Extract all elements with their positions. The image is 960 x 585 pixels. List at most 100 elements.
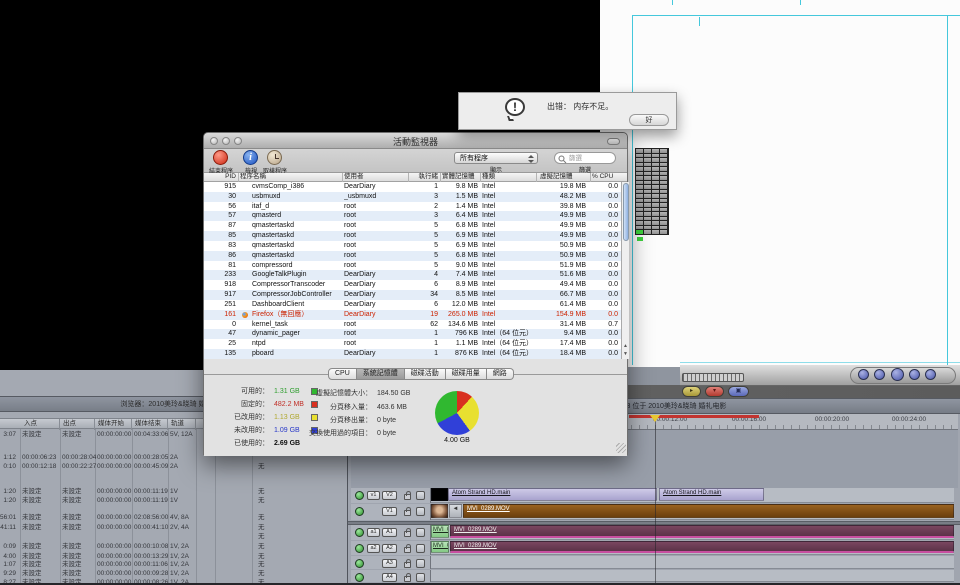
audio-clip[interactable]: MVI_0289.MOV bbox=[450, 541, 954, 553]
track-v1-body[interactable]: ◄ MVI_0289.MOV bbox=[431, 504, 954, 520]
vertical-scrollbar[interactable]: ▲ ▼ bbox=[621, 182, 629, 359]
track-a2-body[interactable]: MVI_02 MVI_0289.MOV bbox=[431, 541, 954, 555]
playhead-handle[interactable] bbox=[650, 415, 660, 422]
lock-icon[interactable] bbox=[404, 494, 411, 500]
browser-row[interactable]: 0:1000:00:12:1800:00:22:2700:00:00:0000:… bbox=[0, 462, 347, 471]
process-row[interactable]: 917CompressorJobControllerDearDiary348.5… bbox=[204, 290, 621, 300]
process-row[interactable]: 85qmastertaskdroot56.9 MBIntel49.9 MB0.0 bbox=[204, 231, 621, 241]
process-row[interactable]: 87qmastertaskdroot56.8 MBIntel49.9 MB0.0 bbox=[204, 221, 621, 231]
inspect-button[interactable]: i bbox=[243, 150, 258, 165]
tab-系統記憶體[interactable]: 系統記憶體 bbox=[357, 368, 405, 380]
video-clip[interactable]: Atom Strand HD.main bbox=[659, 488, 764, 501]
dest-track-button[interactable]: A3 bbox=[382, 559, 397, 568]
play-button[interactable] bbox=[891, 368, 904, 381]
snapping-button[interactable]: ▾ bbox=[705, 386, 724, 397]
col-media-end[interactable]: 媒体结束 bbox=[133, 419, 168, 430]
process-row[interactable]: 918CompressorTranscoderDearDiary68.9 MBI… bbox=[204, 280, 621, 290]
lock-icon[interactable] bbox=[404, 510, 411, 516]
video-clip[interactable]: Atom Strand HD.main bbox=[448, 488, 657, 501]
quit-process-button[interactable] bbox=[213, 150, 228, 165]
track-height-icon[interactable] bbox=[416, 559, 425, 568]
go-to-previous-edit-button[interactable] bbox=[858, 369, 869, 380]
process-row[interactable]: 233GoogleTalkPluginDearDiary47.4 MBIntel… bbox=[204, 270, 621, 280]
process-row[interactable]: 251DashboardClientDearDiary612.0 MBIntel… bbox=[204, 300, 621, 310]
linked-selection-button[interactable]: ▸ bbox=[682, 386, 701, 397]
playhead-line[interactable] bbox=[655, 418, 656, 583]
audio-clip-head[interactable]: MVI_02 bbox=[431, 525, 449, 538]
sample-process-button[interactable] bbox=[267, 150, 282, 165]
browser-row[interactable]: 0:09未設定未設定00:00:00:0000:00:10:081V, 2A无 bbox=[0, 542, 347, 551]
browser-row[interactable]: 41:11未設定未設定00:00:00:0000:00:41:102V, 4A无 bbox=[0, 523, 347, 532]
process-row[interactable]: 47dynamic_pagerroot1796 KBIntel（64 位元）9.… bbox=[204, 329, 621, 339]
dest-track-button[interactable]: A1 bbox=[382, 528, 397, 537]
process-row[interactable]: 915cvmsComp_i386DearDiary19.8 MBIntel19.… bbox=[204, 182, 621, 192]
play-around-button[interactable] bbox=[874, 369, 885, 380]
play-in-to-out-button[interactable] bbox=[909, 369, 920, 380]
process-row[interactable]: 135pboardDearDiary1876 KBIntel（64 位元）18.… bbox=[204, 349, 621, 359]
track-height-icon[interactable] bbox=[416, 544, 425, 553]
track-a3-body[interactable] bbox=[431, 556, 954, 569]
process-row[interactable]: 81compressordroot59.0 MBIntel51.9 MB0.0 bbox=[204, 261, 621, 271]
col-name[interactable]: 程序名稱 bbox=[240, 173, 266, 181]
window-titlebar[interactable]: 活動監視器 bbox=[204, 133, 627, 149]
track-visibility-icon[interactable] bbox=[355, 507, 364, 516]
source-track-button[interactable]: a2 bbox=[367, 544, 380, 553]
clip-thumbnail-face[interactable] bbox=[431, 504, 448, 518]
lock-icon[interactable] bbox=[404, 562, 411, 568]
dest-track-button[interactable]: V1 bbox=[382, 507, 397, 516]
track-height-icon[interactable] bbox=[416, 491, 425, 500]
tab-磁碟用量[interactable]: 磁碟用量 bbox=[446, 368, 487, 380]
process-filter-popup[interactable]: 所有程序 bbox=[454, 152, 538, 164]
track-height-icon[interactable] bbox=[416, 528, 425, 537]
col-user[interactable]: 使用者 bbox=[344, 173, 364, 181]
clip-arrow-button[interactable]: ◄ bbox=[449, 504, 462, 518]
col-tracks[interactable]: 轨道 bbox=[169, 419, 196, 430]
scrollbar-thumb[interactable] bbox=[623, 183, 629, 241]
col-pid[interactable]: PID bbox=[206, 173, 236, 181]
audio-enable-icon[interactable] bbox=[355, 559, 364, 568]
video-clip[interactable]: MVI_0289.MOV bbox=[463, 504, 954, 518]
track-v2-body[interactable]: Atom Strand HD.main Atom Strand HD.main bbox=[431, 488, 954, 503]
toolbar-toggle-lozenge[interactable] bbox=[607, 138, 620, 145]
window-resize-grip[interactable] bbox=[616, 443, 626, 453]
dest-track-button[interactable]: A4 bbox=[382, 573, 397, 582]
process-row[interactable]: 161Firefox（無回應）DearDiary19265.0 MBIntel1… bbox=[204, 310, 621, 320]
jog-shuttle-control[interactable] bbox=[682, 373, 744, 382]
col-virtual-memory[interactable]: 虛擬記憶體 bbox=[540, 173, 573, 181]
browser-row[interactable]: 56:01未設定未設定00:00:00:0002:08:56:004V, 8A无 bbox=[0, 513, 347, 522]
lock-icon[interactable] bbox=[404, 576, 411, 582]
scroll-down-arrow[interactable]: ▼ bbox=[622, 350, 629, 358]
process-row[interactable]: 56itaf_droot21.4 MBIntel39.8 MB0.0 bbox=[204, 202, 621, 212]
dest-track-button[interactable]: V2 bbox=[382, 491, 397, 500]
audio-enable-icon[interactable] bbox=[355, 544, 364, 553]
col-in[interactable]: 入点 bbox=[22, 419, 60, 430]
col-out[interactable]: 出点 bbox=[61, 419, 95, 430]
col-kind[interactable]: 種類 bbox=[482, 173, 495, 181]
browser-row[interactable]: 9:29未設定未設定00:00:00:0000:00:09:281V, 2A无 bbox=[0, 569, 347, 578]
lock-icon[interactable] bbox=[404, 531, 411, 537]
lock-icon[interactable] bbox=[404, 547, 411, 553]
search-input[interactable]: 篩選 bbox=[554, 152, 616, 164]
track-height-icon[interactable] bbox=[416, 573, 425, 582]
source-track-button[interactable]: a1 bbox=[367, 528, 380, 537]
process-row[interactable]: 83qmastertaskdroot56.9 MBIntel50.9 MB0.0 bbox=[204, 241, 621, 251]
scroll-up-arrow[interactable]: ▲ bbox=[622, 342, 629, 350]
tab-磁碟活動[interactable]: 磁碟活動 bbox=[405, 368, 446, 380]
track-a1-body[interactable]: MVI_02 MVI_0289.MOV bbox=[431, 525, 954, 540]
clip-thumbnail-black[interactable] bbox=[431, 488, 448, 501]
audio-clip-head[interactable]: MVI_02 bbox=[431, 541, 449, 553]
col-cpu[interactable]: % CPU bbox=[592, 173, 613, 181]
audio-enable-icon[interactable] bbox=[355, 573, 364, 582]
tab-網路[interactable]: 網路 bbox=[487, 368, 514, 380]
process-row[interactable]: 57qmasterdroot36.4 MBIntel49.9 MB0.0 bbox=[204, 211, 621, 221]
track-visibility-icon[interactable] bbox=[355, 491, 364, 500]
browser-row[interactable]: 1:07未設定未設定00:00:00:0000:00:11:061V, 2A无 bbox=[0, 560, 347, 569]
browser-row[interactable]: 1:20未設定未設定00:00:00:0000:00:11:191V无 bbox=[0, 487, 347, 496]
col-threads[interactable]: 執行緒 bbox=[410, 173, 438, 181]
process-row[interactable]: 25ntpdroot11.1 MBIntel（64 位元）17.4 MB0.0 bbox=[204, 339, 621, 349]
clip-overlays-button[interactable]: ▣ bbox=[728, 386, 749, 397]
process-row[interactable]: 30usbmuxd_usbmuxd31.5 MBIntel48.2 MB0.0 bbox=[204, 192, 621, 202]
track-a4-body[interactable] bbox=[431, 570, 954, 582]
dest-track-button[interactable]: A2 bbox=[382, 544, 397, 553]
process-row[interactable]: 0kernel_taskroot62134.6 MBIntel31.4 MB0.… bbox=[204, 320, 621, 330]
